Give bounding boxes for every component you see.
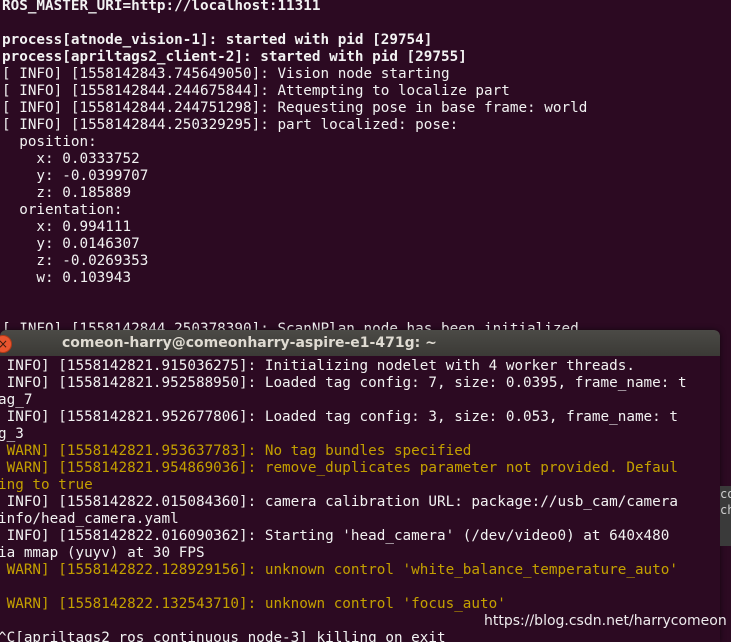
edge-text-1: co: [720, 487, 731, 501]
terminal-line: orientation:: [2, 202, 123, 218]
foreground-terminal-output: INFO] [1558142821.915036275]: Initializi…: [0, 358, 687, 642]
info-log-line: INFO] [1558142821.952588950]: Loaded tag…: [0, 375, 687, 391]
info-log-line: info/head_camera.yaml: [0, 511, 179, 527]
info-log-line: ^C[apriltags2_ros_continuous_node-3] kil…: [0, 630, 446, 642]
info-log-line: INFO] [1558142821.915036275]: Initializi…: [0, 358, 635, 374]
terminal-line: z: -0.0269353: [2, 253, 149, 269]
edge-text-2: ch: [720, 503, 731, 517]
close-icon[interactable]: ×: [0, 335, 12, 353]
warn-log-line: WARN] [1558142822.128929156]: unknown co…: [0, 562, 678, 578]
warn-log-line: WARN] [1558142821.954869036]: remove_dup…: [0, 460, 678, 476]
info-log-line: ag_7: [0, 392, 33, 408]
partial-window-edge[interactable]: co ch: [720, 486, 731, 546]
terminal-line: [ INFO] [1558142844.244675844]: Attempti…: [2, 83, 510, 99]
info-log-line: [0, 579, 687, 596]
warn-log-line: WARN] [1558142822.132543710]: unknown co…: [0, 596, 506, 612]
terminal-line: x: 0.0333752: [2, 151, 140, 167]
terminal-titlebar[interactable]: × comeon-harry@comeonharry-aspire-e1-471…: [0, 330, 720, 356]
terminal-line: process[apriltags2_client-2]: started wi…: [2, 49, 467, 65]
info-log-line: INFO] [1558142822.015084360]: camera cal…: [0, 494, 678, 510]
background-terminal-output: ROS_MASTER_URI=http://localhost:11311pro…: [2, 0, 587, 355]
terminal-line: w: 0.103943: [2, 270, 132, 286]
terminal-line: process[atnode_vision-1]: started with p…: [2, 32, 433, 48]
info-log-line: g_3: [0, 426, 24, 442]
terminal-line: z: 0.185889: [2, 185, 132, 201]
warn-log-line: ing to true: [0, 477, 93, 493]
watermark: https://blog.csdn.net/harrycomeon: [484, 613, 727, 629]
terminal-line: [ INFO] [1558142843.745649050]: Vision n…: [2, 66, 450, 82]
terminal-line: y: 0.0146307: [2, 236, 140, 252]
terminal-line: [ INFO] [1558142844.250329295]: part loc…: [2, 117, 459, 133]
window-title: comeon-harry@comeonharry-aspire-e1-471g:…: [62, 335, 437, 351]
info-log-line: INFO] [1558142821.952677806]: Loaded tag…: [0, 409, 678, 425]
warn-log-line: WARN] [1558142821.953637783]: No tag bun…: [0, 443, 472, 459]
terminal-line: position:: [2, 134, 97, 150]
info-log-line: INFO] [1558142822.016090362]: Starting '…: [0, 528, 670, 544]
info-log-line: ia mmap (yuyv) at 30 FPS: [0, 545, 205, 561]
terminal-line: ROS_MASTER_URI=http://localhost:11311: [2, 0, 321, 14]
terminal-line: x: 0.994111: [2, 219, 132, 235]
terminal-line: [ INFO] [1558142844.244751298]: Requesti…: [2, 100, 588, 116]
foreground-terminal-window[interactable]: × comeon-harry@comeonharry-aspire-e1-471…: [0, 330, 720, 642]
terminal-line: y: -0.0399707: [2, 168, 149, 184]
